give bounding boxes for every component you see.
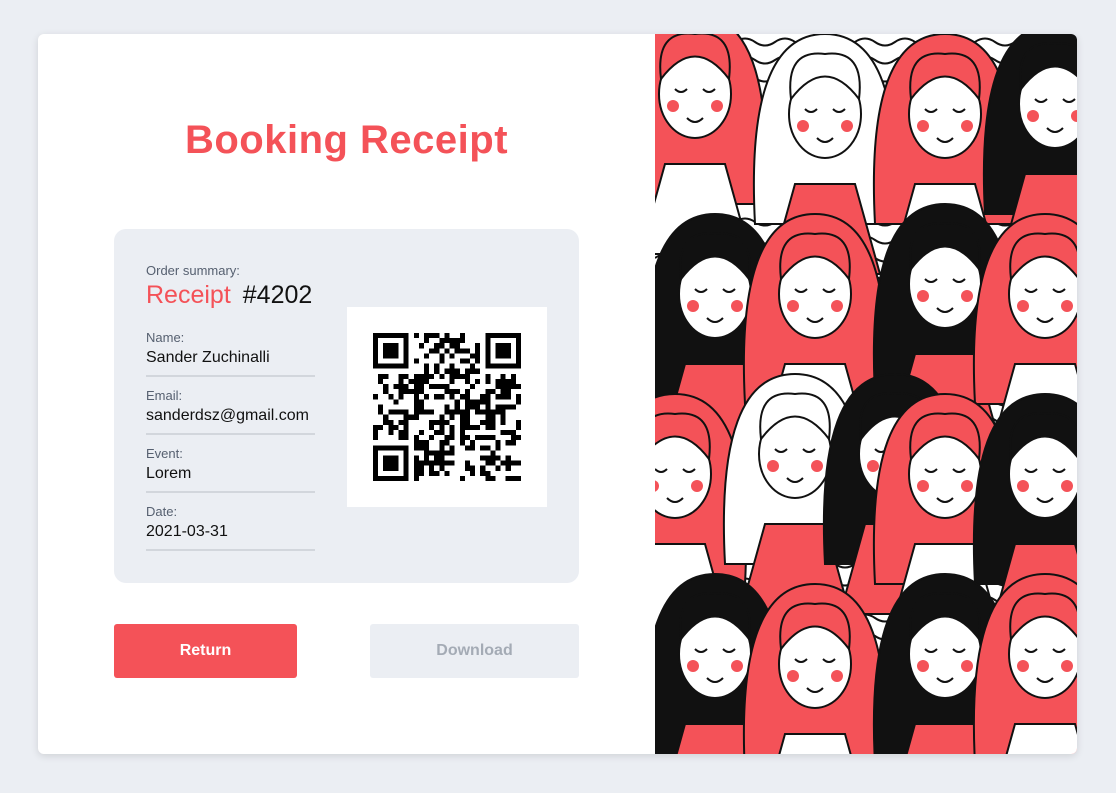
date-value: 2021-03-31	[146, 523, 228, 540]
qr-code	[347, 307, 547, 507]
receipt-word: Receipt	[146, 281, 231, 309]
date-label: Date:	[146, 504, 178, 519]
date-field: Date: 2021-03-31	[146, 504, 315, 551]
return-button[interactable]: Return	[114, 624, 297, 678]
download-button[interactable]: Download	[370, 624, 579, 678]
order-summary-label: Order summary:	[146, 263, 240, 278]
name-value: Sander Zuchinalli	[146, 349, 270, 366]
receipt-card: Booking Receipt Order summary: Receipt #4…	[38, 34, 1077, 754]
order-summary-panel: Order summary: Receipt #4202 Name: Sander…	[114, 229, 579, 583]
email-field: Email: sanderdsz@gmail.com	[146, 388, 315, 435]
qr-code-icon	[373, 333, 521, 481]
page-title: Booking Receipt	[184, 118, 509, 162]
email-value: sanderdsz@gmail.com	[146, 407, 309, 424]
name-label: Name:	[146, 330, 185, 345]
receipt-heading: Receipt #4202	[146, 281, 312, 310]
receipt-number: #4202	[242, 281, 313, 309]
event-label: Event:	[146, 446, 183, 461]
receipt-content: Booking Receipt Order summary: Receipt #4…	[38, 34, 655, 754]
email-label: Email:	[146, 388, 183, 403]
crowd-illustration	[655, 34, 1077, 754]
event-field: Event: Lorem	[146, 446, 315, 493]
event-value: Lorem	[146, 465, 192, 482]
name-field: Name: Sander Zuchinalli	[146, 330, 315, 377]
